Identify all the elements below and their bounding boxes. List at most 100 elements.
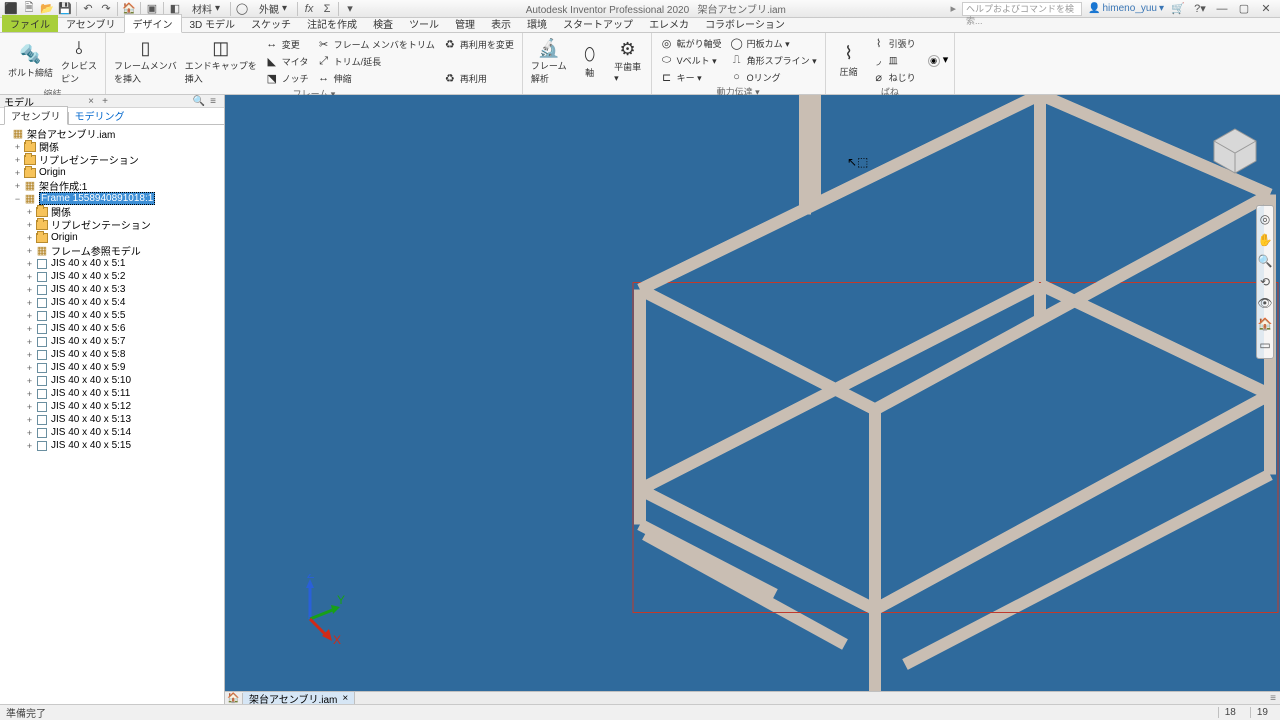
maximize-button[interactable]: ▢ [1236, 2, 1252, 16]
ribbon-tab[interactable]: スタートアップ [555, 15, 641, 32]
nav-screen-icon[interactable]: ▭ [1259, 338, 1270, 352]
view-cube[interactable] [1210, 125, 1260, 175]
clevis-button[interactable]: ⫰クレビス ピン [59, 35, 99, 87]
tree-node[interactable]: +JIS 40 x 40 x 5:4 [0, 296, 224, 309]
color-icon[interactable]: ◯ [235, 2, 249, 16]
doc-tab[interactable]: 架台アセンブリ.iam× [243, 692, 355, 704]
ribbon-tab[interactable]: コラボレーション [697, 15, 793, 32]
ribbon-tab[interactable]: 注記を作成 [299, 15, 365, 32]
close-button[interactable]: ✕ [1258, 2, 1274, 16]
material-dropdown[interactable]: 材料 ▾ [186, 1, 226, 16]
nav-look-icon[interactable]: 👁 [1257, 296, 1272, 310]
nav-zoom-icon[interactable]: 🔍 [1258, 254, 1273, 268]
change-reuse-button[interactable]: ♻再利用を変更 [441, 36, 516, 52]
save-icon[interactable]: 💾 [58, 2, 72, 16]
bearing-button[interactable]: ◎転がり軸受 [658, 35, 724, 51]
insert-endcap-button[interactable]: ◫エンドキャップを 挿入 [183, 35, 259, 87]
user-menu[interactable]: 👤 himeno_yuu ▾ [1088, 3, 1164, 14]
tree-node[interactable]: +JIS 40 x 40 x 5:5 [0, 309, 224, 322]
nav-wheel-icon[interactable]: ◎ [1260, 212, 1270, 226]
tree-node[interactable]: +JIS 40 x 40 x 5:8 [0, 348, 224, 361]
tree-node[interactable]: +JIS 40 x 40 x 5:15 [0, 439, 224, 452]
undo-icon[interactable]: ↶ [81, 2, 95, 16]
tree-node[interactable]: ▦架台アセンブリ.iam [0, 127, 224, 140]
spur-gear-button[interactable]: ⚙平歯車 ▾ [611, 36, 645, 86]
shaft-button[interactable]: ⬯軸 [573, 42, 607, 81]
help-search-input[interactable]: ヘルプおよびコマンドを検索... [962, 2, 1082, 16]
doc-home-icon[interactable]: 🏠 [225, 693, 243, 704]
new-icon[interactable]: 🗎 [22, 2, 36, 16]
model-tree[interactable]: ▦架台アセンブリ.iam+関係+リプレゼンテーション+Origin+▦架台作成:… [0, 125, 224, 704]
viewport[interactable]: ↖⬚ ◎ ✋ 🔍 ⟲ 👁 🏠 ▭ Z Y X 🏠 [225, 95, 1280, 704]
tree-node[interactable]: +リプレゼンテーション [0, 218, 224, 231]
tree-node[interactable]: +JIS 40 x 40 x 5:6 [0, 322, 224, 335]
qat-more-icon[interactable]: ▾ [343, 2, 357, 16]
search-trigger-icon[interactable]: ▸ [951, 2, 957, 15]
nav-home-icon[interactable]: 🏠 [1258, 317, 1273, 331]
browser-close-icon[interactable]: × [84, 96, 98, 107]
tree-node[interactable]: +JIS 40 x 40 x 5:12 [0, 400, 224, 413]
miter-button[interactable]: ◣マイタ [263, 53, 311, 69]
browser-add-icon[interactable]: + [98, 96, 112, 107]
nav-pan-icon[interactable]: ✋ [1258, 233, 1273, 247]
tree-node[interactable]: +JIS 40 x 40 x 5:11 [0, 387, 224, 400]
ribbon-tab[interactable]: 表示 [483, 15, 519, 32]
fx-icon[interactable]: fx [302, 2, 316, 16]
disccam-button[interactable]: ◯円板カム ▾ [728, 35, 819, 51]
bolt-button[interactable]: 🔩ボルト締結 [6, 42, 55, 81]
blank-button[interactable] [441, 53, 516, 69]
torsion-button[interactable]: ⌀ねじり [870, 69, 918, 85]
tab-modeling[interactable]: モデリング [69, 107, 131, 124]
change-button[interactable]: ↔変更 [263, 36, 311, 52]
trim-extend-button[interactable]: ⤢トリム/延長 [315, 53, 437, 69]
sigma-icon[interactable]: Σ [320, 2, 334, 16]
doc-close-icon[interactable]: × [342, 693, 348, 704]
tree-node[interactable]: +JIS 40 x 40 x 5:3 [0, 283, 224, 296]
frame-analysis-button[interactable]: 🔬フレーム 解析 [529, 35, 569, 87]
ribbon-tab[interactable]: ツール [401, 15, 447, 32]
ribbon-tab[interactable]: スケッチ [243, 15, 299, 32]
stretch-button[interactable]: ↔伸縮 [315, 70, 437, 86]
tree-node[interactable]: +JIS 40 x 40 x 5:10 [0, 374, 224, 387]
trim-member-button[interactable]: ✂フレーム メンバをトリム [315, 36, 437, 52]
options-icon[interactable]: ◉ [928, 55, 940, 67]
tree-node[interactable]: +▦架台作成:1 [0, 179, 224, 192]
nav-orbit-icon[interactable]: ⟲ [1260, 275, 1270, 289]
ribbon-tab[interactable]: 検査 [365, 15, 401, 32]
key-button[interactable]: ⊏キー ▾ [658, 69, 724, 85]
minimize-button[interactable]: — [1214, 2, 1230, 16]
ribbon-tab[interactable]: ファイル [2, 15, 58, 32]
spline-button[interactable]: ⎍角形スプライン ▾ [728, 52, 819, 68]
ribbon-tab[interactable]: エレメカ [641, 15, 697, 32]
tension-button[interactable]: ⌇引張り [870, 35, 918, 51]
vbelt-button[interactable]: ⬭Vベルト ▾ [658, 52, 724, 68]
doctabs-menu-icon[interactable]: ≡ [1270, 693, 1280, 704]
ribbon-tab[interactable]: アセンブリ [58, 15, 124, 32]
tree-node[interactable]: +JIS 40 x 40 x 5:9 [0, 361, 224, 374]
app-icon[interactable]: ⬛ [4, 2, 18, 16]
redo-icon[interactable]: ↷ [99, 2, 113, 16]
nav-bar[interactable]: ◎ ✋ 🔍 ⟲ 👁 🏠 ▭ [1256, 205, 1274, 359]
compress-spring-button[interactable]: ⌇圧縮 [832, 41, 866, 80]
tree-node[interactable]: +JIS 40 x 40 x 5:13 [0, 413, 224, 426]
appearance-dropdown[interactable]: 外観 ▾ [253, 1, 293, 16]
tab-assembly[interactable]: アセンブリ [4, 106, 68, 125]
tree-node[interactable]: −▦Frame 1558940891018:1 [0, 192, 224, 205]
tree-node[interactable]: +Origin [0, 166, 224, 179]
ribbon-tab[interactable]: 管理 [447, 15, 483, 32]
ribbon-tab[interactable]: 環境 [519, 15, 555, 32]
tree-node[interactable]: +JIS 40 x 40 x 5:14 [0, 426, 224, 439]
insert-member-button[interactable]: ▯フレームメンバ を挿入 [112, 35, 179, 87]
tree-node[interactable]: +JIS 40 x 40 x 5:1 [0, 257, 224, 270]
cart-icon[interactable]: 🛒 [1170, 2, 1186, 16]
tree-node[interactable]: +リプレゼンテーション [0, 153, 224, 166]
oring-button[interactable]: ○Oリング [728, 69, 819, 85]
belleville-button[interactable]: ◞皿 [870, 52, 918, 68]
tree-node[interactable]: +JIS 40 x 40 x 5:2 [0, 270, 224, 283]
notch-button[interactable]: ⬔ノッチ [263, 70, 311, 86]
tree-node[interactable]: +JIS 40 x 40 x 5:7 [0, 335, 224, 348]
search-icon[interactable]: 🔍 [192, 96, 206, 107]
tree-node[interactable]: +▦フレーム参照モデル [0, 244, 224, 257]
reuse-button[interactable]: ♻再利用 [441, 70, 516, 86]
ribbon-tab[interactable]: 3D モデル [182, 15, 244, 32]
